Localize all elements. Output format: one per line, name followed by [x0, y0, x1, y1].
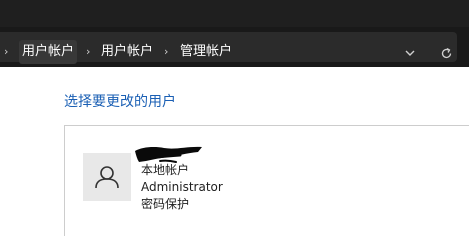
breadcrumb-separator-icon[interactable]: › — [164, 44, 168, 60]
title-bar — [0, 0, 469, 27]
account-role: Administrator — [141, 180, 223, 194]
breadcrumb-item-manage-accounts[interactable]: 管理帐户 — [180, 44, 232, 60]
user-icon — [95, 166, 119, 189]
refresh-icon[interactable] — [438, 45, 454, 61]
page-heading: 选择要更改的用户 — [64, 94, 176, 110]
breadcrumb-separator-icon[interactable]: › — [4, 44, 8, 60]
account-protection: 密码保护 — [141, 197, 190, 211]
address-box[interactable]: › 用户帐户 › 用户帐户 › 管理帐户 — [0, 32, 457, 64]
breadcrumb-item-user-accounts-2[interactable]: 用户帐户 — [101, 44, 153, 60]
user-avatar[interactable] — [83, 153, 131, 201]
breadcrumb-separator-icon[interactable]: › — [86, 44, 90, 60]
chevron-down-icon[interactable] — [402, 45, 418, 61]
address-bar: › 用户帐户 › 用户帐户 › 管理帐户 — [0, 27, 469, 67]
account-type: 本地帐户 — [141, 163, 190, 177]
breadcrumb-item-user-accounts[interactable]: 用户帐户 — [19, 40, 78, 64]
